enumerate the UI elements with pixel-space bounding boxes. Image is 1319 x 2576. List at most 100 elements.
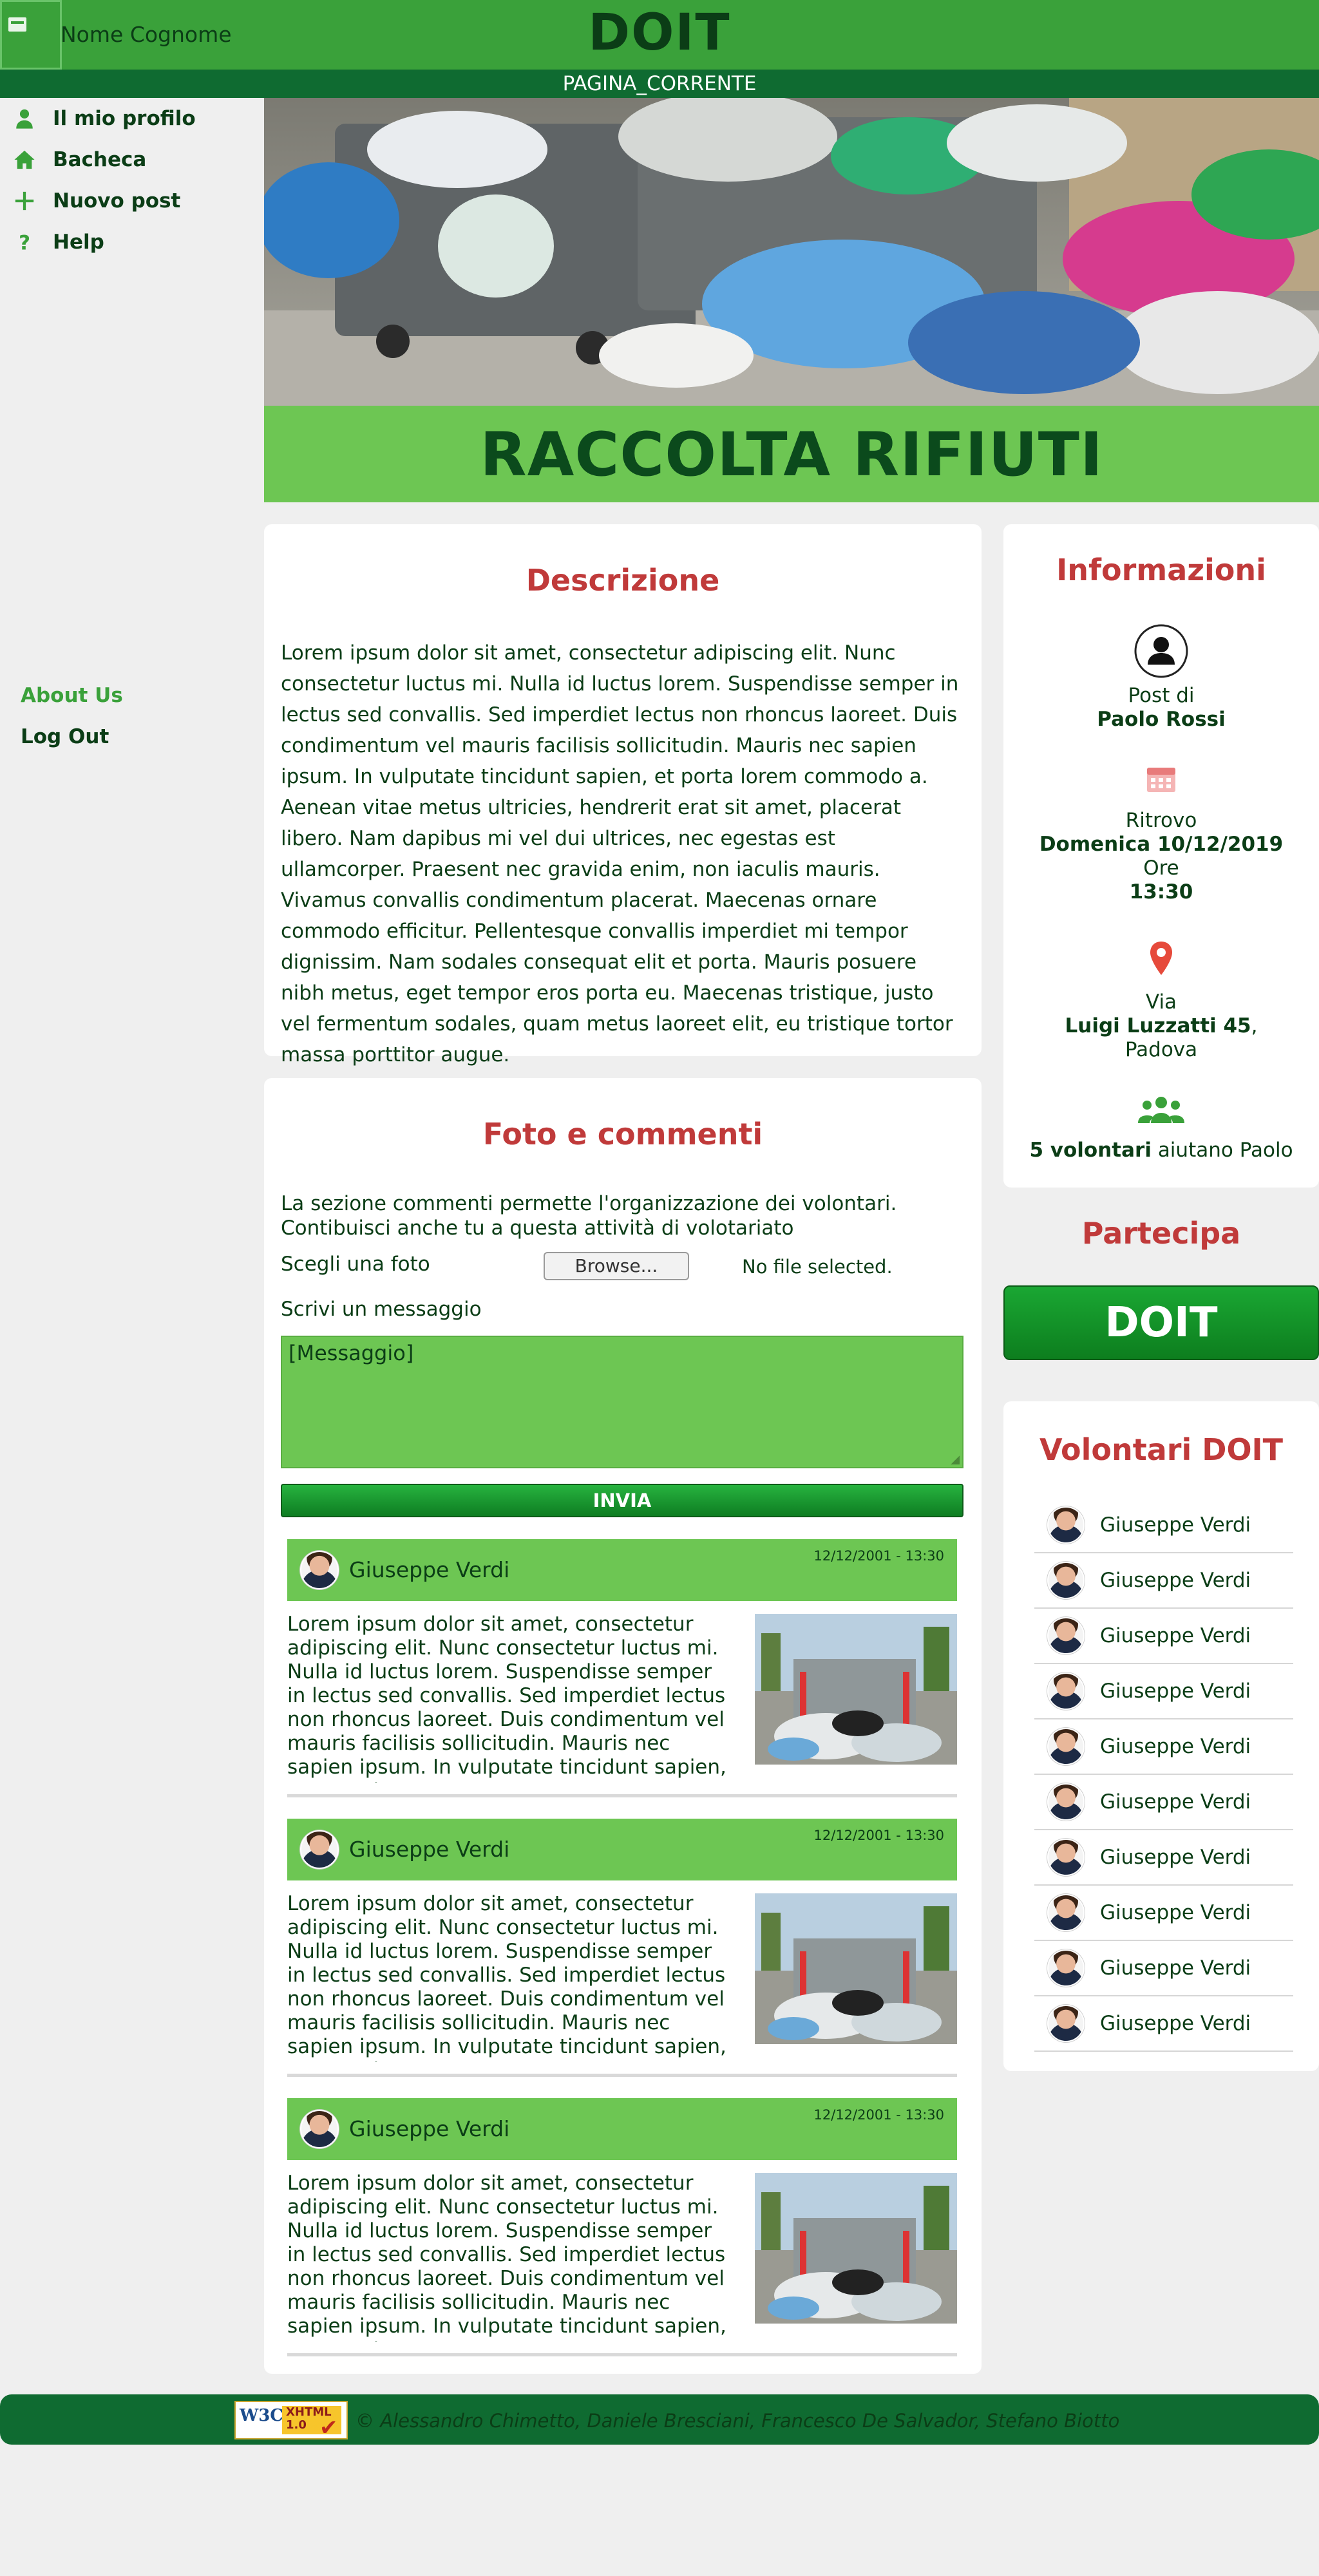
message-label: Scrivi un messaggio <box>281 1298 482 1321</box>
question-icon: ? <box>12 229 37 255</box>
volunteer-name: Giuseppe Verdi <box>1100 1901 1251 1924</box>
sidebar-item-label: Il mio profilo <box>53 107 196 130</box>
sidebar-item-bacheca[interactable]: Bacheca <box>0 139 264 180</box>
volunteer-row[interactable]: Giuseppe Verdi <box>1034 1553 1293 1609</box>
svg-text:?: ? <box>19 231 30 253</box>
logout-link[interactable]: Log Out <box>0 716 264 757</box>
volunteer-avatar <box>1047 1672 1085 1710</box>
volunteers-summary-block: 5 volontari aiutano Paolo <box>1003 1095 1319 1162</box>
volunteer-row[interactable]: Giuseppe Verdi <box>1034 1941 1293 1996</box>
description-card: Descrizione Lorem ipsum dolor sit amet, … <box>264 524 982 1066</box>
comment-author-avatar <box>300 2110 339 2148</box>
w3c-xhtml-badge[interactable]: W3C XHTML 1.0 ✔ <box>234 2401 348 2441</box>
comment-date: 12/12/2001 - 13:30 <box>813 1548 944 1564</box>
comment-separator <box>287 2353 957 2356</box>
meeting-label: Ritrovo <box>1125 809 1197 832</box>
doit-join-button[interactable]: DOIT <box>1003 1285 1319 1360</box>
comment-photo[interactable] <box>755 1614 957 1765</box>
user-icon <box>12 106 37 131</box>
sidebar-item-profile[interactable]: Il mio profilo <box>0 98 264 139</box>
sidebar-item-new-post[interactable]: Nuovo post <box>0 180 264 222</box>
comment-separator <box>287 2074 957 2077</box>
volunteers-count: 5 volontari <box>1029 1139 1152 1162</box>
comment-photo[interactable] <box>755 1893 957 2044</box>
top-header: Nome Cognome DOIT <box>0 0 1319 70</box>
volunteer-row[interactable]: Giuseppe Verdi <box>1034 1498 1293 1553</box>
volunteer-avatar <box>1047 1894 1085 1931</box>
info-title: Informazioni <box>1056 553 1266 587</box>
comment-text: Lorem ipsum dolor sit amet, consectetur … <box>287 2172 726 2342</box>
place-comma: , <box>1251 1014 1258 1037</box>
meeting-block: Ritrovo Domenica 10/12/2019 Ore 13:30 <box>1003 764 1319 904</box>
volunteer-avatar <box>1047 1617 1085 1654</box>
volunteer-name: Giuseppe Verdi <box>1100 2012 1251 2035</box>
volunteer-name: Giuseppe Verdi <box>1100 1790 1251 1814</box>
send-button[interactable]: INVIA <box>281 1484 963 1517</box>
comment-photo[interactable] <box>755 2173 957 2324</box>
about-us-link[interactable]: About Us <box>0 675 264 716</box>
current-page-bar: PAGINA_CORRENTE <box>0 70 1319 98</box>
brand-logo-title[interactable]: DOIT <box>0 4 1319 62</box>
message-textarea[interactable]: [Messaggio] <box>281 1336 963 1468</box>
hero-image <box>264 98 1319 406</box>
volunteer-row[interactable]: Giuseppe Verdi <box>1034 1609 1293 1664</box>
volunteer-row[interactable]: Giuseppe Verdi <box>1034 1830 1293 1886</box>
comment-author[interactable]: Giuseppe Verdi <box>349 1837 509 1862</box>
volunteer-name: Giuseppe Verdi <box>1100 1735 1251 1758</box>
volunteer-name: Giuseppe Verdi <box>1100 1624 1251 1647</box>
comments-intro: La sezione commenti permette l'organizza… <box>281 1192 897 1240</box>
meeting-time: 13:30 <box>1129 880 1193 904</box>
sidebar-item-label: Bacheca <box>53 148 147 171</box>
volunteer-avatar <box>1047 2005 1085 2042</box>
w3c-logo-text: W3C <box>240 2406 283 2425</box>
comment-author-avatar <box>300 1830 339 1869</box>
volunteer-name: Giuseppe Verdi <box>1100 1846 1251 1869</box>
volunteer-avatar <box>1047 1949 1085 1987</box>
volunteer-avatar <box>1047 1728 1085 1765</box>
description-text: Lorem ipsum dolor sit amet, consectetur … <box>281 641 959 1066</box>
volunteer-row[interactable]: Giuseppe Verdi <box>1034 1996 1293 2052</box>
sidebar-bottom-links: About Us Log Out <box>0 675 264 757</box>
volunteers-card: Volontari DOIT Giuseppe Verdi Giuseppe V… <box>1003 1401 1319 2071</box>
time-label: Ore <box>1143 857 1179 880</box>
sidebar-item-help[interactable]: ? Help <box>0 222 264 263</box>
comments-title: Foto e commenti <box>482 1117 763 1151</box>
comment-header: Giuseppe Verdi 12/12/2001 - 13:30 <box>287 2098 957 2160</box>
post-author-name[interactable]: Paolo Rossi <box>1097 708 1226 731</box>
volunteer-avatar <box>1047 1506 1085 1544</box>
file-status-text: No file selected. <box>742 1256 893 1278</box>
comment-author-avatar <box>300 1551 339 1589</box>
page-title: RACCOLTA RIFIUTI <box>480 420 1103 490</box>
comment-header: Giuseppe Verdi 12/12/2001 - 13:30 <box>287 1539 957 1601</box>
comment-text: Lorem ipsum dolor sit amet, consectetur … <box>287 1892 726 2062</box>
volunteer-row[interactable]: Giuseppe Verdi <box>1034 1664 1293 1719</box>
comment-date: 12/12/2001 - 13:30 <box>813 1828 944 1843</box>
footer-credits: © Alessandro Chimetto, Daniele Bresciani… <box>356 2410 1120 2432</box>
volunteer-row[interactable]: Giuseppe Verdi <box>1034 1775 1293 1830</box>
sidebar-nav: Il mio profilo Bacheca Nuovo post ? Help <box>0 98 264 263</box>
footer: W3C XHTML 1.0 ✔ © Alessandro Chimetto, Da… <box>0 2394 1319 2445</box>
description-title: Descrizione <box>526 563 720 598</box>
volunteers-title: Volontari DOIT <box>1039 1432 1284 1467</box>
volunteer-row[interactable]: Giuseppe Verdi <box>1034 1886 1293 1941</box>
comment-author[interactable]: Giuseppe Verdi <box>349 1557 509 1582</box>
author-avatar-icon <box>1134 624 1188 678</box>
location-pin-icon <box>1150 942 1172 975</box>
home-icon <box>12 147 37 173</box>
group-icon <box>1138 1097 1184 1123</box>
browse-file-button[interactable]: Browse... <box>544 1252 689 1280</box>
sidebar-item-label: Help <box>53 231 104 254</box>
place-street: Luigi Luzzatti 45 <box>1065 1014 1251 1037</box>
comments-card: Foto e commenti La sezione commenti perm… <box>264 1078 982 2374</box>
place-label: Via <box>1145 990 1177 1014</box>
comment-text: Lorem ipsum dolor sit amet, consectetur … <box>287 1613 726 1783</box>
volunteer-row[interactable]: Giuseppe Verdi <box>1034 1719 1293 1775</box>
info-card: Informazioni Post di Paolo Rossi Ritrovo… <box>1003 524 1319 1188</box>
comment-author[interactable]: Giuseppe Verdi <box>349 2116 509 2141</box>
comment-separator <box>287 1794 957 1797</box>
comment-date: 12/12/2001 - 13:30 <box>813 2107 944 2123</box>
volunteer-name: Giuseppe Verdi <box>1100 1956 1251 1980</box>
plus-icon <box>12 188 37 214</box>
photo-label: Scegli una foto <box>281 1253 430 1276</box>
calendar-icon <box>1147 768 1175 792</box>
